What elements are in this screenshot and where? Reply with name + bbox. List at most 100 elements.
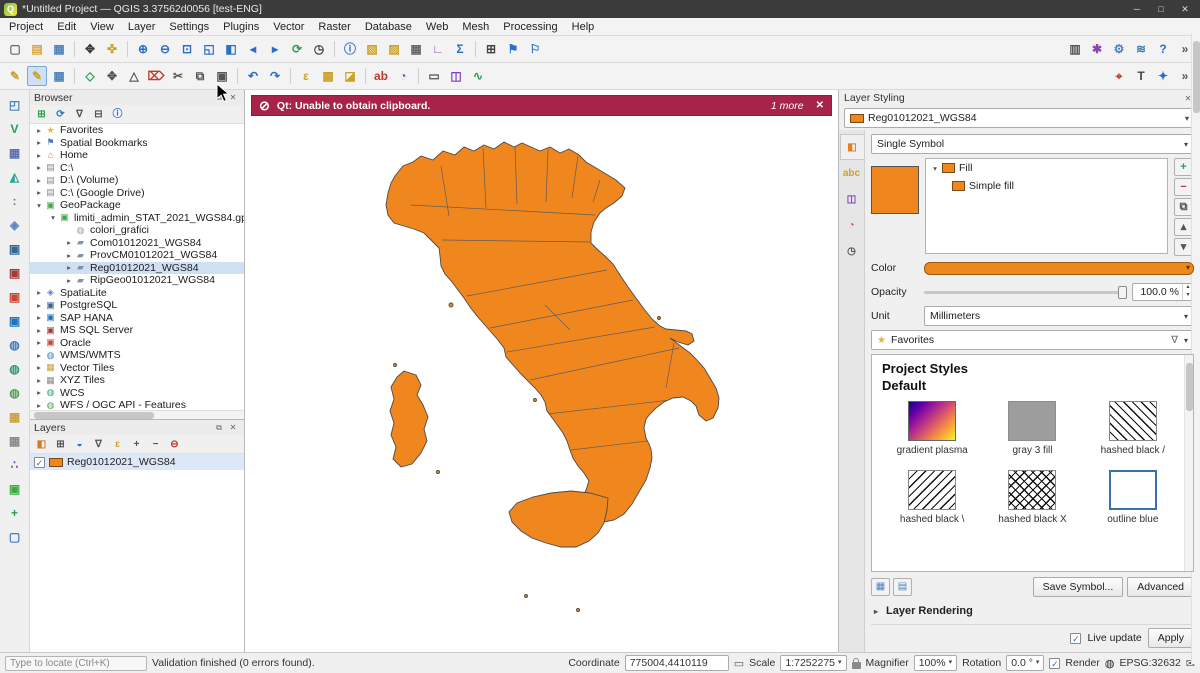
- zoom-out-tool[interactable]: ⊖: [155, 39, 175, 59]
- expander-icon[interactable]: ▸: [64, 238, 74, 247]
- add-vector-layer-button[interactable]: V: [5, 119, 25, 139]
- open-attribute-table-button[interactable]: ▦: [406, 39, 426, 59]
- georeferencer-button[interactable]: ⌖: [1109, 66, 1129, 86]
- symbol-type-combo[interactable]: Single Symbol ▾: [871, 134, 1194, 154]
- style-item[interactable]: outline blue: [1083, 470, 1183, 525]
- refresh-map-button[interactable]: ⟳: [287, 39, 307, 59]
- zoom-in-tool[interactable]: ⊕: [133, 39, 153, 59]
- measure-line-tool[interactable]: ∟: [428, 39, 448, 59]
- expander-icon[interactable]: ▾: [48, 213, 58, 222]
- zoom-to-selection-button[interactable]: ◱: [199, 39, 219, 59]
- expander-icon[interactable]: ▸: [34, 176, 44, 185]
- expander-icon[interactable]: ▸: [34, 388, 44, 397]
- menu-item[interactable]: Project: [2, 20, 50, 34]
- close-message-icon[interactable]: ✕: [816, 100, 824, 111]
- show-layout-manager-button[interactable]: ▥: [1065, 39, 1085, 59]
- save-layer-edits-button[interactable]: ▦: [49, 66, 69, 86]
- opacity-slider[interactable]: [924, 285, 1127, 299]
- color-picker-bar[interactable]: ▾: [924, 262, 1194, 275]
- toolbar-icon[interactable]: [127, 41, 128, 57]
- collapse-all-layers-button[interactable]: −: [147, 436, 164, 452]
- filter-browser-button[interactable]: ∇: [71, 106, 88, 122]
- style-list-view-button[interactable]: ▤: [893, 578, 912, 596]
- collapse-all-button[interactable]: ⊟: [90, 106, 107, 122]
- open-layer-styling-panel-button[interactable]: ◧: [33, 436, 50, 452]
- browser-tree-item[interactable]: ▸ ◍ WFS / OGC API - Features: [30, 399, 244, 410]
- invert-selection-button[interactable]: ◪: [340, 66, 360, 86]
- magnifier-spinbox[interactable]: 100% ▾: [914, 655, 957, 671]
- render-checkbox[interactable]: ✓: [1049, 658, 1060, 669]
- current-edits-button[interactable]: ✎: [5, 66, 25, 86]
- show-spatial-bookmarks-button[interactable]: ⚐: [525, 39, 545, 59]
- crs-icon[interactable]: ◍: [1105, 657, 1115, 670]
- toolbar-icon[interactable]: [418, 68, 419, 84]
- style-item[interactable]: hashed black X: [982, 470, 1082, 525]
- save-symbol-button[interactable]: Save Symbol...: [1033, 577, 1124, 597]
- style-item[interactable]: gray 3 fill: [982, 401, 1082, 456]
- select-all-features-button[interactable]: ▩: [318, 66, 338, 86]
- select-features-tool[interactable]: ▧: [362, 39, 382, 59]
- browser-tree-item[interactable]: ▸ ▦ Vector Tiles: [30, 362, 244, 375]
- toolbar-icon[interactable]: [237, 68, 238, 84]
- new-shapefile-layer-button[interactable]: +: [5, 503, 25, 523]
- statistical-summary-button[interactable]: Σ: [450, 39, 470, 59]
- browser-tree-item[interactable]: ▸ ★ Favorites: [30, 124, 244, 137]
- expander-icon[interactable]: ▸: [64, 251, 74, 260]
- add-wcs-layer-button[interactable]: ◍: [5, 359, 25, 379]
- elevation-profile-button[interactable]: ∿: [468, 66, 488, 86]
- diagram-options-button[interactable]: ◔: [393, 66, 413, 86]
- pan-map-tool[interactable]: ✥: [80, 39, 100, 59]
- move-feature-tool[interactable]: ✥: [102, 66, 122, 86]
- expand-all-button[interactable]: +: [128, 436, 145, 452]
- zoom-to-layer-button[interactable]: ◧: [221, 39, 241, 59]
- menu-item[interactable]: View: [83, 20, 121, 34]
- slider-handle[interactable]: [1118, 286, 1127, 299]
- tab-history[interactable]: ◷: [840, 238, 864, 264]
- toolbar-icon[interactable]: [334, 41, 335, 57]
- copy-features-button[interactable]: ⧉: [190, 66, 210, 86]
- add-xyz-layer-button[interactable]: ▦: [5, 431, 25, 451]
- add-oracle-layer-button[interactable]: ▣: [5, 287, 25, 307]
- open-project-button[interactable]: ▤: [27, 39, 47, 59]
- browser-tree-item[interactable]: ▾ ▣ limiti_admin_STAT_2021_WGS84.gpkg: [30, 212, 244, 225]
- menu-item[interactable]: Processing: [496, 20, 564, 34]
- browser-tree-item[interactable]: ▸ ⌂ Home: [30, 149, 244, 162]
- browser-tree-item[interactable]: ▸ ▣ PostgreSQL: [30, 299, 244, 312]
- new-map-view-button[interactable]: ⊞: [481, 39, 501, 59]
- browser-properties-button[interactable]: ⓘ: [109, 106, 126, 122]
- new-virtual-layer-button[interactable]: ▢: [5, 527, 25, 547]
- locate-input[interactable]: Type to locate (Ctrl+K): [5, 656, 147, 671]
- menu-item[interactable]: Settings: [162, 20, 216, 34]
- browser-tree-item[interactable]: ▸ ▰ RipGeo01012021_WGS84: [30, 274, 244, 287]
- unit-combo[interactable]: Millimeters ▾: [924, 306, 1194, 326]
- advanced-button[interactable]: Advanced: [1127, 577, 1194, 597]
- new-3d-map-view-button[interactable]: ◫: [446, 66, 466, 86]
- layer-rendering-toggle[interactable]: ▸ Layer Rendering: [871, 602, 1194, 620]
- add-vector-tile-layer-button[interactable]: ▦: [5, 407, 25, 427]
- tab-diagrams[interactable]: ◔: [840, 212, 864, 238]
- expander-icon[interactable]: ▸: [34, 188, 44, 197]
- toggle-editing-button[interactable]: ✎: [27, 66, 47, 86]
- styles-vertical-scrollbar[interactable]: [1184, 355, 1193, 571]
- expander-icon[interactable]: ▸: [34, 401, 44, 410]
- undo-button[interactable]: ↶: [243, 66, 263, 86]
- expander-icon[interactable]: ▸: [64, 276, 74, 285]
- filter-legend-button[interactable]: ∇: [90, 436, 107, 452]
- rotation-spinbox[interactable]: 0.0 ° ▾: [1006, 655, 1044, 671]
- extent-icon[interactable]: ▭: [734, 657, 744, 670]
- toolbar-icon[interactable]: [74, 68, 75, 84]
- crs-value[interactable]: EPSG:32632: [1119, 657, 1180, 669]
- minimize-icon[interactable]: ─: [1126, 4, 1148, 15]
- browser-tree-item[interactable]: ▸ ▰ ProvCM01012021_WGS84: [30, 249, 244, 262]
- expander-icon[interactable]: ▾: [34, 201, 44, 210]
- spin-arrows-icon[interactable]: ▾: [949, 656, 953, 670]
- layer-row[interactable]: ✓ Reg01012021_WGS84: [30, 454, 244, 470]
- tab-symbology[interactable]: ◧: [840, 134, 864, 160]
- add-group-button[interactable]: ⊞: [52, 436, 69, 452]
- browser-tree-item[interactable]: ▸ ▣ MS SQL Server: [30, 324, 244, 337]
- add-delimited-text-layer-button[interactable]: :: [5, 191, 25, 211]
- identify-features-tool[interactable]: ⓘ: [340, 39, 360, 59]
- tab-3d-view[interactable]: ◫: [840, 186, 864, 212]
- save-project-button[interactable]: ▦: [49, 39, 69, 59]
- expander-icon[interactable]: ▸: [34, 138, 44, 147]
